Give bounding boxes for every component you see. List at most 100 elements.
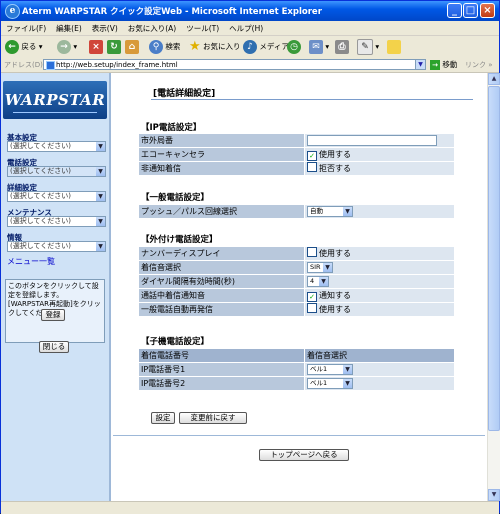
edit-button[interactable]: ✎ ▾ — [357, 39, 379, 55]
call-waiting-tone-checkbox[interactable]: ✓ — [307, 292, 317, 302]
search-icon: ⚲ — [149, 40, 163, 54]
register-button[interactable]: 登録 — [41, 309, 65, 321]
address-dropdown-icon[interactable]: ▼ — [415, 59, 426, 70]
home-icon: ⌂ — [125, 40, 139, 54]
chevron-down-icon: ▼ — [323, 263, 332, 272]
auto-redial-checkbox[interactable] — [307, 303, 317, 313]
mail-icon: ✉ — [309, 40, 323, 54]
top-page-button[interactable]: トップページへ戻る — [259, 449, 349, 461]
dial-interval-select[interactable]: 4 ▼ — [307, 276, 329, 287]
row-echo-cancel: エコーキャンセラ ✓ 使用する — [139, 148, 454, 161]
handset-table-header: 着信電話番号 着信音選択 — [139, 349, 454, 362]
maximize-icon[interactable]: □ — [463, 3, 478, 18]
address-label: アドレス(D) — [4, 61, 43, 69]
menu-tools[interactable]: ツール(T) — [181, 21, 224, 34]
row-dial-interval: ダイヤル間隔有効時間(秒) 4 ▼ — [139, 275, 454, 288]
home-button[interactable]: ⌂ — [125, 39, 139, 55]
nav-select-basic[interactable]: (選択してください) ▼ — [7, 141, 106, 152]
warpstar-logo: WARPSTAR — [3, 81, 107, 119]
chevron-down-icon: ▼ — [343, 365, 352, 374]
nav-select-phone[interactable]: (選択してください) ▼ — [7, 166, 106, 177]
forward-arrow-icon: → — [57, 40, 71, 54]
number-display-checkbox[interactable] — [307, 247, 317, 257]
section-title-ip: 【IP電話設定】 — [141, 123, 202, 133]
label-auto-redial: 一般電話自動再発信 — [139, 303, 304, 316]
back-button[interactable]: ← 戻る ▾ — [5, 39, 43, 55]
row-auto-redial: 一般電話自動再発信 使用する — [139, 303, 454, 316]
stop-button[interactable]: × — [89, 39, 103, 55]
chevron-down-icon: ▼ — [343, 379, 352, 388]
links-button[interactable]: リンク » — [465, 60, 493, 70]
menu-list-link[interactable]: メニュー一覧 — [7, 256, 55, 267]
close-icon[interactable]: × — [480, 3, 495, 18]
mail-button[interactable]: ✉ ▾ — [309, 39, 329, 55]
menu-edit[interactable]: 編集(E) — [51, 21, 87, 34]
anonymous-reject-checkbox[interactable] — [307, 162, 317, 172]
row-ip-number-1: IP電話番号1 ベル1 ▼ — [139, 363, 454, 376]
scroll-down-icon[interactable]: ▼ — [488, 489, 500, 501]
go-arrow-icon: → — [430, 60, 440, 70]
label-area-code: 市外局番 — [139, 134, 304, 147]
edit-icon: ✎ — [357, 39, 373, 55]
set-button[interactable]: 設定 — [151, 412, 175, 424]
media-icon: ♪ — [243, 40, 257, 54]
address-bar: アドレス(D) http://web.setup/index_frame.htm… — [1, 58, 499, 73]
reset-button[interactable]: 変更前に戻す — [179, 412, 247, 424]
scroll-thumb[interactable] — [488, 86, 500, 431]
refresh-icon: ↻ — [107, 40, 121, 54]
label-ip-number-2: IP電話番号2 — [139, 377, 304, 390]
nav-select-advanced[interactable]: (選択してください) ▼ — [7, 191, 106, 202]
section-title-handset: 【子機電話設定】 — [141, 337, 210, 347]
print-button[interactable]: ⎙ — [335, 39, 349, 55]
ip-number-1-bell-select[interactable]: ベル1 ▼ — [307, 364, 353, 375]
chevron-down-icon: ▼ — [96, 167, 105, 176]
nav-select-info[interactable]: (選択してください) ▼ — [7, 241, 106, 252]
label-number-display: ナンバーディスプレイ — [139, 247, 304, 260]
row-anonymous-reject: 非通知着信 拒否する — [139, 162, 454, 175]
go-button[interactable]: → 移動 — [430, 59, 457, 70]
ie-logo-icon: e — [5, 4, 20, 19]
status-bar — [1, 501, 499, 514]
label-ringtone: 着信音選択 — [139, 261, 304, 274]
scroll-up-icon[interactable]: ▲ — [488, 73, 500, 85]
ringtone-select[interactable]: SIR ▼ — [307, 262, 333, 273]
refresh-button[interactable]: ↻ — [107, 39, 121, 55]
search-button[interactable]: ⚲ 検索 — [149, 39, 180, 55]
row-ringtone: 着信音選択 SIR ▼ — [139, 261, 454, 274]
chevron-down-icon: ▼ — [96, 217, 105, 226]
menu-favorites[interactable]: お気に入り(A) — [123, 21, 181, 34]
history-button[interactable]: ◷ — [287, 39, 301, 55]
page-title: [電話詳細設定] — [150, 86, 475, 100]
label-anonymous-reject: 非通知着信 — [139, 162, 304, 175]
echo-cancel-checkbox[interactable]: ✓ — [307, 151, 317, 161]
title-bar[interactable]: e Aterm WARPSTAR クイック設定Web - Microsoft I… — [1, 1, 499, 21]
media-button[interactable]: ♪ メディア — [243, 39, 289, 55]
header-ringtone-select: 着信音選択 — [305, 349, 454, 362]
row-call-waiting-tone: 通話中着信通知音 ✓ 通知する — [139, 289, 454, 302]
toolbar: ← 戻る ▾ → ▾ × ↻ ⌂ ⚲ 検索 ★ お気に入り ♪ メディア ◷ ✉… — [1, 36, 499, 59]
minimize-icon[interactable]: _ — [447, 3, 462, 18]
menu-view[interactable]: 表示(V) — [87, 21, 123, 34]
chevron-down-icon: ▼ — [96, 142, 105, 151]
window-title: Aterm WARPSTAR クイック設定Web - Microsoft Int… — [22, 7, 322, 17]
row-area-code: 市外局番 — [139, 134, 454, 147]
menu-help[interactable]: ヘルプ(H) — [224, 21, 268, 34]
push-pulse-select[interactable]: 自動 ▼ — [307, 206, 353, 217]
messenger-button[interactable] — [387, 39, 401, 55]
nav-select-maintenance[interactable]: (選択してください) ▼ — [7, 216, 106, 227]
chevron-down-icon: ▼ — [96, 192, 105, 201]
vertical-scrollbar[interactable]: ▲ ▼ — [487, 73, 500, 501]
sidebar-frame: WARPSTAR 基本設定 (選択してください) ▼ 電話設定 (選択してください… — [1, 73, 111, 501]
address-input[interactable]: http://web.setup/index_frame.html — [43, 59, 426, 70]
close-button[interactable]: 閉じる — [39, 341, 69, 353]
ip-number-2-bell-select[interactable]: ベル1 ▼ — [307, 378, 353, 389]
menu-file[interactable]: ファイル(F) — [1, 21, 51, 34]
forward-button[interactable]: → ▾ — [57, 39, 77, 55]
back-arrow-icon: ← — [5, 40, 19, 54]
favorites-button[interactable]: ★ お気に入り — [189, 39, 241, 55]
history-icon: ◷ — [287, 40, 301, 54]
area-code-input[interactable] — [307, 135, 437, 146]
menu-bar: ファイル(F) 編集(E) 表示(V) お気に入り(A) ツール(T) ヘルプ(H) — [1, 21, 499, 36]
page-icon — [46, 61, 55, 70]
folder-icon — [387, 40, 401, 54]
